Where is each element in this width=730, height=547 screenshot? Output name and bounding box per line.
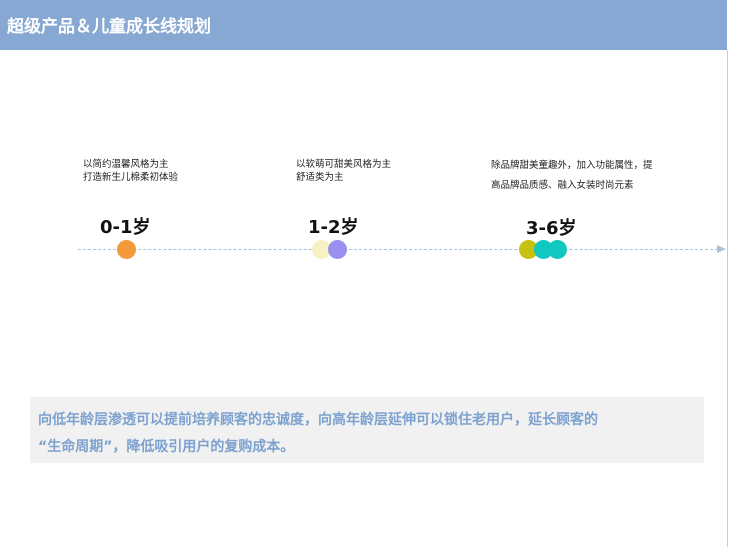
stage-description: 以软萌可甜美风格为主 舒适类为主 [296, 158, 391, 184]
stage-dot [548, 240, 567, 259]
header-bar: 超级产品＆儿童成长线规划 [0, 0, 727, 50]
page-title: 超级产品＆儿童成长线规划 [7, 17, 211, 37]
slide-border [727, 50, 728, 547]
summary-note-line: “生命周期”，降低吸引用户的复购成本。 [38, 439, 295, 455]
summary-note: 向低年龄层渗透可以提前培养顾客的忠诚度，向高年龄层延伸可以锁住老用户，延长顾客的… [30, 397, 704, 463]
summary-note-line: 向低年龄层渗透可以提前培养顾客的忠诚度，向高年龄层延伸可以锁住老用户，延长顾客的 [38, 412, 598, 428]
stage-description-line: 以简约温馨风格为主 [83, 159, 169, 170]
stage-age-label: 3-6岁 [526, 218, 577, 239]
stage-dot [117, 240, 136, 259]
stage-description-line: 高品牌品质感、融入女装时尚元素 [491, 180, 634, 191]
stage-description-line: 打造新生儿棉柔初体验 [83, 172, 179, 183]
timeline-arrow-icon [717, 245, 726, 253]
stage-description-line: 舒适类为主 [296, 172, 344, 183]
stage-description: 以简约温馨风格为主 打造新生儿棉柔初体验 [83, 158, 178, 184]
timeline-line [78, 249, 718, 250]
stage-age-label: 0-1岁 [100, 217, 151, 238]
stage-dot [328, 240, 347, 259]
summary-note-text: 向低年龄层渗透可以提前培养顾客的忠诚度，向高年龄层延伸可以锁住老用户，延长顾客的… [38, 407, 702, 461]
stage-age-label: 1-2岁 [308, 217, 359, 238]
stage-description-line: 以软萌可甜美风格为主 [296, 159, 392, 170]
stage-description-line: 除品牌甜美童趣外，加入功能属性，提 [491, 160, 653, 171]
stage-description: 除品牌甜美童趣外，加入功能属性，提 高品牌品质感、融入女装时尚元素 [491, 156, 653, 196]
